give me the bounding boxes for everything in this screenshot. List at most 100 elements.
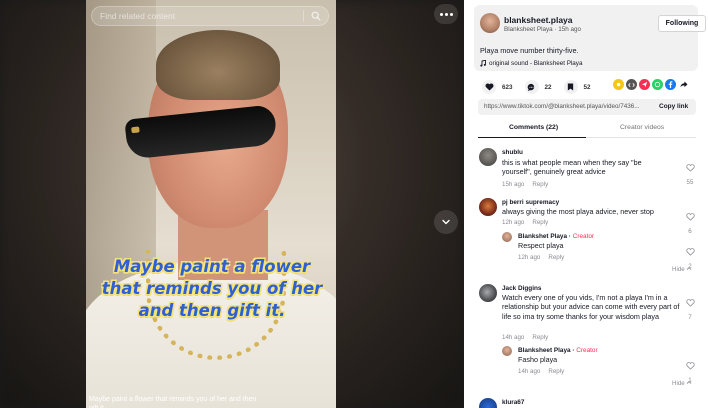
heart-outline-icon: [685, 362, 695, 370]
heart-outline-icon: [685, 299, 695, 307]
reply-button[interactable]: Reply: [532, 181, 548, 188]
save-button[interactable]: 52: [563, 80, 591, 94]
reply-meta: 12h ago Reply: [518, 254, 564, 261]
reply-username[interactable]: Blanksheet Playa · Creator: [518, 347, 598, 354]
more-dot-icon: [444, 12, 448, 16]
creator-tag: Creator: [576, 347, 598, 354]
heart-outline-icon: [685, 213, 695, 221]
share-arrow-icon[interactable]: [678, 79, 689, 90]
reply-text: Respect playa: [518, 241, 564, 250]
embed-icon[interactable]: [613, 79, 624, 90]
active-tab-indicator: [478, 136, 586, 138]
comment-like-button[interactable]: 6: [683, 208, 697, 235]
author-username[interactable]: blanksheet.playa: [504, 15, 573, 25]
reply-time: 14h ago: [518, 368, 541, 375]
chevron-up-icon: [687, 266, 692, 270]
comment-item: shublu this is what people mean when the…: [464, 140, 708, 190]
reply-text: Fasho playa: [518, 355, 558, 364]
comment-meta: 14h ago Reply: [502, 334, 548, 341]
like-count: 623: [502, 83, 513, 91]
details-panel: blanksheet.playa Blanksheet Playa · 15h …: [464, 0, 708, 408]
share-icons: [613, 79, 689, 90]
save-count: 52: [583, 83, 591, 91]
tab-creator-videos[interactable]: Creator videos: [620, 124, 664, 131]
next-video-button[interactable]: [434, 210, 458, 234]
commenter-username[interactable]: Jack Diggins: [502, 285, 541, 292]
paper-plane-icon[interactable]: [639, 79, 650, 90]
heart-outline-icon: [685, 248, 695, 256]
heart-icon: [482, 80, 496, 94]
commenter-username[interactable]: klura67: [502, 399, 524, 406]
chevron-down-icon: [442, 219, 450, 225]
reply-author: Blankshet Playa: [518, 233, 568, 240]
following-button[interactable]: Following: [658, 15, 706, 32]
sound-label: original sound - Blanksheet Playa: [489, 60, 583, 67]
commenter-avatar[interactable]: [479, 398, 497, 408]
copy-link-button[interactable]: Copy link: [659, 103, 688, 110]
comment-item: Jack Diggins Watch every one of you vids…: [464, 282, 708, 394]
tab-comments[interactable]: Comments (22): [509, 124, 558, 131]
comment-like-count: 7: [688, 314, 692, 321]
commenter-username[interactable]: shublu: [502, 149, 523, 156]
author-display-line: Blanksheet Playa · 15h ago: [504, 26, 582, 33]
facebook-icon[interactable]: [665, 79, 676, 90]
comment-like-count: 6: [688, 228, 692, 235]
reply-button[interactable]: Reply: [548, 254, 564, 261]
author-avatar[interactable]: [480, 13, 500, 33]
heart-outline-icon: [685, 164, 695, 172]
search-button[interactable]: [304, 6, 328, 26]
video-frame[interactable]: [86, 0, 336, 408]
comment-text: this is what people mean when they say "…: [502, 158, 642, 177]
hide-label: Hide: [672, 380, 685, 387]
video-overlay-text: Maybe paint a flower that reminds you of…: [101, 257, 323, 320]
bookmark-icon: [563, 80, 578, 94]
video-link-box: https://www.tiktok.com/@blanksheet.playa…: [478, 99, 696, 115]
music-note-icon: [480, 60, 486, 67]
commenter-avatar[interactable]: [479, 198, 497, 216]
creator-tag: Creator: [572, 233, 595, 240]
like-button[interactable]: 623: [482, 80, 513, 94]
search-icon: [311, 11, 321, 21]
reply-button[interactable]: Reply: [532, 334, 548, 341]
comment-bubble-icon: [524, 80, 539, 94]
comment-count: 22: [544, 83, 552, 91]
comment-time: 12h ago: [502, 219, 525, 226]
sound-link[interactable]: original sound - Blanksheet Playa: [480, 60, 582, 67]
comment-time: 15h ago: [502, 181, 525, 188]
comment-text: Watch every one of you vids, I'm not a p…: [502, 293, 680, 321]
panel-tabs: Comments (22) Creator videos: [478, 121, 696, 138]
comment-like-button[interactable]: 55: [683, 159, 697, 186]
commenter-username[interactable]: pj berri supremacy: [502, 199, 559, 206]
comment-text: always giving the most playa advice, nev…: [502, 207, 654, 216]
comment-like-button[interactable]: 7: [683, 294, 697, 321]
video-hair: [156, 30, 280, 100]
comment-meta: 15h ago Reply: [502, 181, 548, 188]
reply-username[interactable]: Blankshet Playa · Creator: [518, 233, 594, 240]
more-dot-icon: [439, 12, 443, 16]
commenter-avatar[interactable]: [479, 284, 497, 302]
commenter-avatar[interactable]: [479, 148, 497, 166]
more-options-button[interactable]: [434, 4, 458, 24]
comment-item: klura67: [464, 396, 708, 408]
reply-button[interactable]: Reply: [532, 219, 548, 226]
hide-replies-button[interactable]: Hide: [672, 380, 692, 387]
related-content-search: [91, 6, 329, 26]
reply-author: Blanksheet Playa: [518, 347, 571, 354]
comment-like-count: 55: [686, 179, 694, 186]
reply-avatar[interactable]: [502, 346, 512, 356]
hide-replies-button[interactable]: Hide: [672, 266, 692, 273]
comment-time: 14h ago: [502, 334, 525, 341]
hide-label: Hide: [672, 266, 685, 273]
comment-button[interactable]: 22: [524, 80, 552, 94]
tiktok-video-page: Maybe paint a flower that reminds you of…: [0, 0, 708, 408]
comment-item: pj berri supremacy always giving the mos…: [464, 196, 708, 278]
whatsapp-icon[interactable]: [652, 79, 663, 90]
video-description: Playa move number thirty-five.: [480, 46, 579, 55]
video-player-area[interactable]: Maybe paint a flower that reminds you of…: [0, 0, 464, 408]
search-input[interactable]: [92, 11, 303, 21]
code-icon[interactable]: [626, 79, 637, 90]
video-url[interactable]: https://www.tiktok.com/@blanksheet.playa…: [484, 103, 640, 110]
reply-avatar[interactable]: [502, 232, 512, 242]
reply-button[interactable]: Reply: [548, 368, 564, 375]
comment-meta: 12h ago Reply: [502, 219, 548, 226]
